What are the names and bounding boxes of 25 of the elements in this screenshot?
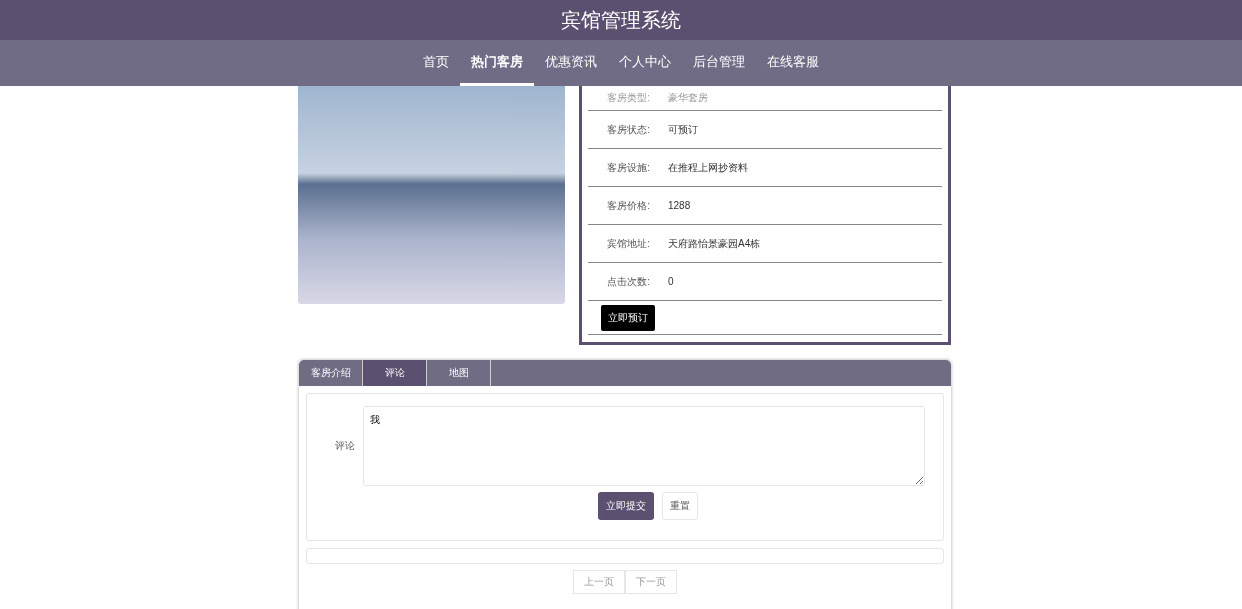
detail-value: 0 <box>668 276 674 287</box>
detail-label: 点击次数: <box>606 274 650 289</box>
detail-label: 客房类型: <box>606 91 650 105</box>
nav-link[interactable]: 首页 <box>412 40 460 86</box>
detail-value: 在推程上网抄资料 <box>668 160 748 175</box>
detail-label: 客房价格: <box>606 198 650 213</box>
nav-link[interactable]: 后台管理 <box>682 40 756 86</box>
comment-label: 评论 <box>334 439 355 453</box>
nav-link[interactable]: 个人中心 <box>608 40 682 86</box>
detail-value: 1288 <box>668 200 691 211</box>
nav-link[interactable]: 在线客服 <box>756 40 830 86</box>
detail-label: 宾馆地址: <box>606 236 650 251</box>
detail-label: 客房设施: <box>606 160 650 175</box>
detail-value: 豪华套房 <box>668 91 708 105</box>
tab[interactable]: 地图 <box>427 360 491 386</box>
detail-value: 可预订 <box>668 122 698 137</box>
tab[interactable]: 评论 <box>363 360 427 386</box>
detail-value: 天府路怡景豪园A4栋 <box>668 236 761 251</box>
reset-button[interactable]: 重置 <box>662 492 698 520</box>
book-button[interactable]: 立即预订 <box>601 304 655 331</box>
nav-link[interactable]: 优惠资讯 <box>534 40 608 86</box>
detail-label: 客房状态: <box>606 122 650 137</box>
submit-button[interactable]: 立即提交 <box>598 492 654 520</box>
site-title: 宾馆管理系统 <box>561 7 681 33</box>
comment-field[interactable]: 我 <box>363 406 925 486</box>
